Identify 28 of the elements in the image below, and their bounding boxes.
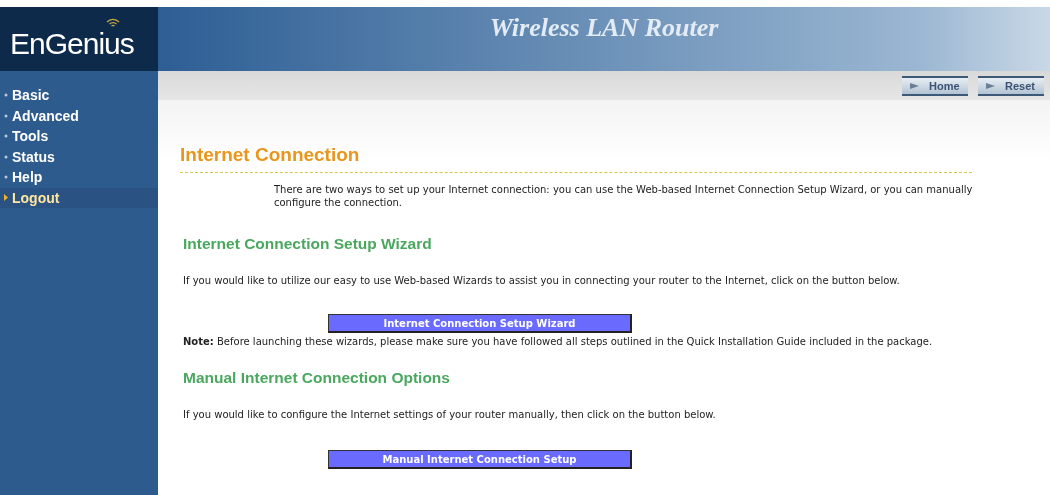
sidebar-item[interactable]: Help	[0, 167, 158, 188]
sidebar-item[interactable]: Basic	[0, 85, 158, 106]
section-heading: Manual Internet Connection Options	[183, 369, 451, 387]
bullet-icon	[4, 113, 8, 118]
bullet-icon	[4, 134, 8, 139]
banner-title: Wireless LAN Router	[489, 13, 719, 43]
bullet-icon	[4, 93, 8, 98]
intro-text: There are two ways to set up your Internet connection: you can use the Web-based Internet Connection Setup Wizard, or you can manually configure the connection.	[274, 183, 974, 209]
section-text: If you would like to utilize our easy to use Web-based Wizards to assist you in connecting your router to the Internet, click on the button below.	[183, 275, 901, 286]
setup-button[interactable]: Manual Internet Connection Setup	[328, 450, 632, 469]
play-icon	[986, 82, 995, 89]
bullet-icon	[4, 175, 8, 180]
bullet-icon	[4, 154, 8, 159]
sidebar-item[interactable]: Advanced	[0, 105, 158, 126]
logo: EnGenius	[10, 27, 134, 61]
section-heading: Internet Connection Setup Wizard	[183, 235, 433, 253]
section-text: If you would like to configure the Internet settings of your router manually, then click on the button below.	[183, 409, 717, 420]
setup-button[interactable]: Internet Connection Setup Wizard	[328, 314, 632, 333]
toolbar-button[interactable]: Reset	[978, 75, 1044, 96]
sidebar-item[interactable]: Status	[0, 146, 158, 167]
toolbar-button[interactable]: Home	[902, 75, 968, 96]
arrow-icon	[4, 194, 8, 202]
sidebar-item[interactable]: Logout	[0, 187, 158, 208]
wifi-icon	[105, 17, 121, 27]
sidebar-item[interactable]: Tools	[0, 126, 158, 147]
page-title: Internet Connection	[180, 144, 972, 173]
note-text: Note: Before launching these wizards, please make sure you have followed all steps outlined in the Quick Installation Guide included in the package.	[183, 336, 934, 347]
play-icon	[910, 82, 919, 89]
